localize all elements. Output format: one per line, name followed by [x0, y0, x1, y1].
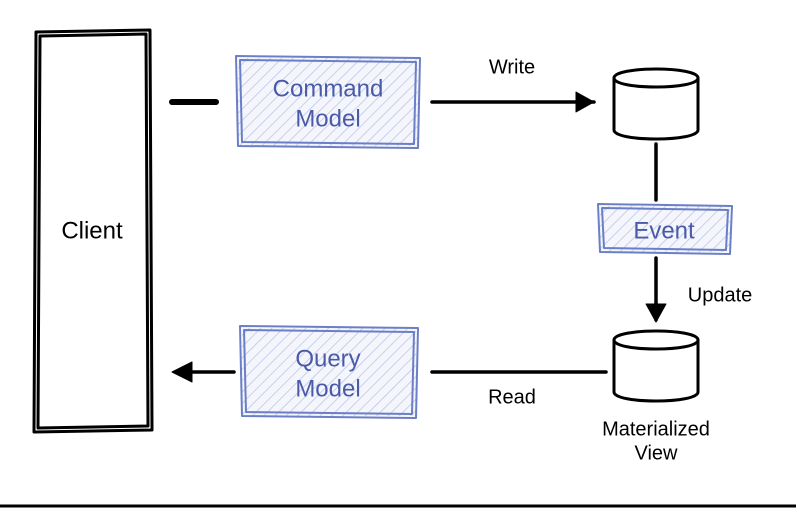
command-model-label-1: Command	[273, 75, 384, 102]
edge-query-to-client	[172, 362, 234, 382]
node-command-model: Command Model	[236, 56, 420, 148]
node-client: Client	[34, 30, 152, 432]
node-event: Event	[598, 204, 732, 254]
client-label: Client	[61, 217, 123, 244]
query-model-label-1: Query	[295, 345, 360, 372]
edge-readdb-to-query: Read	[432, 372, 606, 408]
write-label: Write	[489, 56, 535, 78]
event-label: Event	[633, 217, 695, 244]
query-model-label-2: Model	[295, 375, 360, 402]
read-db-caption-2: View	[635, 442, 679, 464]
node-write-db	[614, 69, 698, 139]
edge-command-to-writedb: Write	[432, 56, 594, 112]
edge-event-to-readdb: Update	[646, 258, 752, 322]
read-label: Read	[488, 386, 536, 408]
command-model-label-2: Model	[295, 105, 360, 132]
node-read-db: Materialized View	[602, 331, 710, 464]
node-query-model: Query Model	[240, 326, 418, 418]
read-db-caption-1: Materialized	[602, 418, 710, 440]
update-label: Update	[688, 284, 753, 306]
